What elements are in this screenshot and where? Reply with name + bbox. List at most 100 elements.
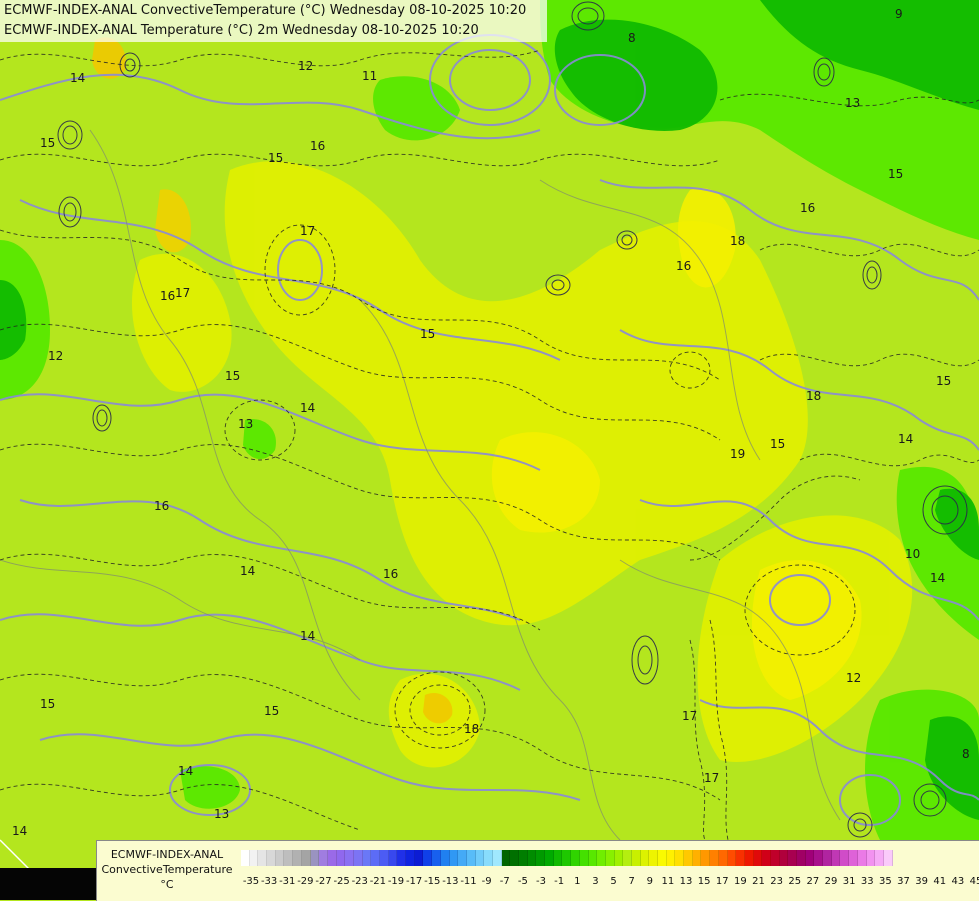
legend-title: ECMWF-INDEX-ANAL ConvectiveTemperature °… [97,847,237,892]
legend-swatch [640,850,650,866]
legend-swatch [545,850,554,866]
contour-label: 16 [154,499,169,513]
legend-tick-label: 7 [628,876,635,887]
contour-label: 17 [300,224,315,238]
legend-swatch [710,850,719,866]
legend-swatch [397,850,407,866]
legend-swatch [380,850,389,866]
legend-tick-label: 1 [574,876,581,887]
legend-parameter: ConvectiveTemperature [101,863,233,876]
legend-tick-label: -33 [260,876,278,887]
legend-swatch [875,850,884,866]
legend-swatch [484,850,493,866]
legend-tick-label: -25 [333,876,350,887]
legend-swatch [701,850,711,866]
contour-label: 14 [12,824,27,838]
legend-swatch [519,850,528,866]
legend-swatch [371,850,380,866]
legend-swatch [475,850,485,866]
legend-swatch [492,850,502,866]
legend-swatch [831,850,841,866]
contour-label: 16 [800,201,815,215]
legend-tick-label: -1 [554,876,565,887]
title-panel: ECMWF-INDEX-ANAL ConvectiveTemperature (… [0,0,547,42]
legend-swatch [597,850,606,866]
legend-tick-label: -27 [315,876,332,887]
contour-label: 15 [770,437,785,451]
legend-tick-label: -17 [405,876,423,887]
legend-swatch [571,850,580,866]
contour-label: 8 [628,31,636,45]
contour-label: 13 [238,417,253,431]
contour-label: 9 [895,7,903,21]
title-convective-temperature: ECMWF-INDEX-ANAL ConvectiveTemperature (… [4,3,527,18]
contour-label: 15 [936,374,951,388]
legend-tick-label: -31 [279,876,296,887]
contour-label: 16 [310,139,325,153]
contour-label: 12 [846,671,861,685]
legend-tick-label: -9 [481,876,492,887]
legend-swatch [388,850,398,866]
legend-swatch [562,850,572,866]
legend-unit: °C [160,878,174,891]
legend-tick-label: 11 [661,876,675,887]
contour-label: 11 [362,69,377,83]
legend-colorbar [241,850,893,866]
legend-swatch [588,850,598,866]
legend-swatch [770,850,780,866]
contour-label: 13 [845,96,860,110]
legend-swatch [823,850,832,866]
legend-tick-label: 39 [915,876,928,887]
legend-swatch [649,850,658,866]
legend-swatch [857,850,867,866]
legend-swatch [797,850,806,866]
legend-tick-label: 13 [679,876,693,887]
legend-swatch [883,850,893,866]
contour-label: 14 [70,71,85,85]
contour-label: 16 [383,567,398,581]
legend-swatch [440,850,450,866]
legend-tick-label: 31 [842,876,856,887]
legend-swatch [406,850,415,866]
legend-swatch [788,850,797,866]
contour-label: 17 [704,771,719,785]
legend-swatch [718,850,728,866]
legend-tick-label: 27 [806,876,820,887]
contour-label: 15 [264,704,279,718]
contour-label: 16 [676,259,691,273]
legend-swatch [249,850,259,866]
contour-label: 14 [178,764,193,778]
legend-swatch [310,850,320,866]
legend-swatch [840,850,850,866]
legend-swatch [466,850,476,866]
legend-swatch [762,850,771,866]
legend-swatch [553,850,563,866]
legend-swatch [814,850,824,866]
contour-label: 14 [930,571,945,585]
legend-swatch [684,850,693,866]
legend-swatch [301,850,311,866]
legend-tick-label: -7 [499,876,510,887]
contour-label: 16 [160,289,175,303]
legend-tick-label: 45 [969,876,979,887]
legend-swatch [327,850,337,866]
contour-label: 18 [730,234,745,248]
contour-label: 15 [40,136,55,150]
legend-tick-label: 23 [770,876,783,887]
contour-label: 15 [268,151,283,165]
dark-corner [0,868,96,900]
contour-label: 12 [298,59,313,73]
legend-swatch [258,850,268,866]
legend-swatch [692,850,702,866]
legend-tick-labels: -35 -33 -31 -29 -27 -25 -23 -21 -19 -17 -15 -13 -11-… [237,876,979,890]
legend-tick-label: 5 [610,876,617,887]
legend-swatch [241,850,250,866]
contour-label: 10 [905,547,920,561]
legend-tick-label: -29 [297,876,314,887]
legend-swatch [414,850,424,866]
contour-label: 12 [48,349,63,363]
legend-swatch [849,850,858,866]
legend-tick-label: 35 [879,876,892,887]
legend-tick-label: 15 [697,876,711,887]
map-canvas: 1415121115161789131518161715121314151618… [0,0,979,900]
